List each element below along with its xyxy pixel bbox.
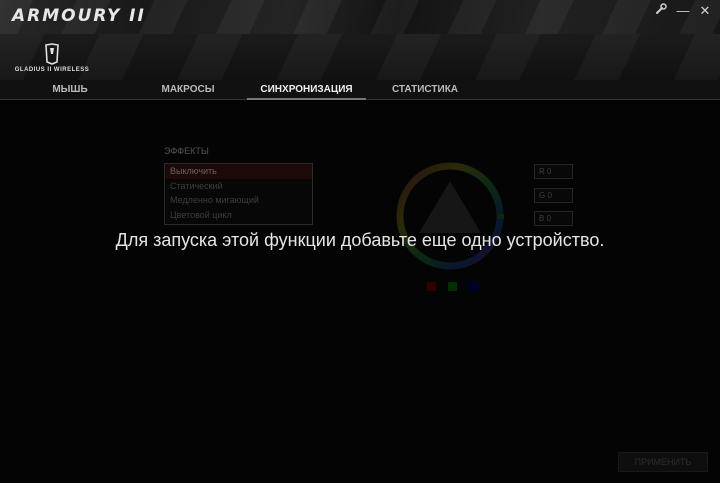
blue-value-field[interactable]: B 0 — [534, 211, 573, 226]
effect-item-static[interactable]: Статический — [165, 179, 312, 194]
device-logo: GLADIUS II WIRELESS — [12, 42, 92, 78]
green-value-field[interactable]: G 0 — [534, 188, 573, 203]
apply-button[interactable]: ПРИМЕНИТЬ — [618, 452, 708, 472]
red-swatch[interactable] — [427, 282, 436, 291]
tab-statistics[interactable]: СТАТИСТИКА — [375, 80, 475, 100]
effect-item-breathing[interactable]: Медленно мигающий — [165, 193, 312, 208]
sync-panel: ЭФФЕКТЫ Выключить Статический Медленно м… — [0, 101, 720, 483]
tab-macros[interactable]: МАКРОСЫ — [138, 80, 238, 100]
red-value-field[interactable]: R 0 — [534, 164, 573, 179]
close-button[interactable]: ✕ — [695, 2, 715, 20]
app-title: ARMOURY II — [12, 6, 146, 26]
green-field-label: G — [539, 191, 546, 200]
red-value: 0 — [547, 167, 552, 176]
blue-value: 0 — [546, 214, 552, 223]
rog-mouse-logo-icon — [45, 43, 59, 65]
device-name: GLADIUS II WIRELESS — [14, 67, 90, 73]
blue-field-label: B — [539, 214, 545, 223]
tab-bar: МЫШЬ МАКРОСЫ СИНХРОНИЗАЦИЯ СТАТИСТИКА — [0, 80, 720, 100]
color-wheel[interactable] — [395, 161, 505, 271]
effect-item-color-cycle[interactable]: Цветовой цикл — [165, 208, 312, 223]
tab-mouse[interactable]: МЫШЬ — [20, 80, 120, 100]
green-value: 0 — [547, 191, 552, 200]
effect-item-off[interactable]: Выключить — [165, 164, 312, 179]
green-swatch[interactable] — [448, 282, 457, 291]
minimize-button[interactable]: — — [673, 2, 693, 20]
add-device-message: Для запуска этой функции добавьте еще од… — [115, 230, 605, 250]
tab-sync[interactable]: СИНХРОНИЗАЦИЯ — [247, 80, 366, 100]
blue-swatch[interactable] — [469, 282, 478, 291]
red-field-label: R — [539, 167, 545, 176]
effects-title: ЭФФЕКТЫ — [164, 146, 209, 156]
wrench-icon[interactable] — [651, 2, 671, 20]
device-header: GLADIUS II WIRELESS — [0, 34, 720, 80]
title-bar: ARMOURY II — ✕ — [0, 0, 720, 34]
effects-list: Выключить Статический Медленно мигающий … — [164, 163, 313, 225]
